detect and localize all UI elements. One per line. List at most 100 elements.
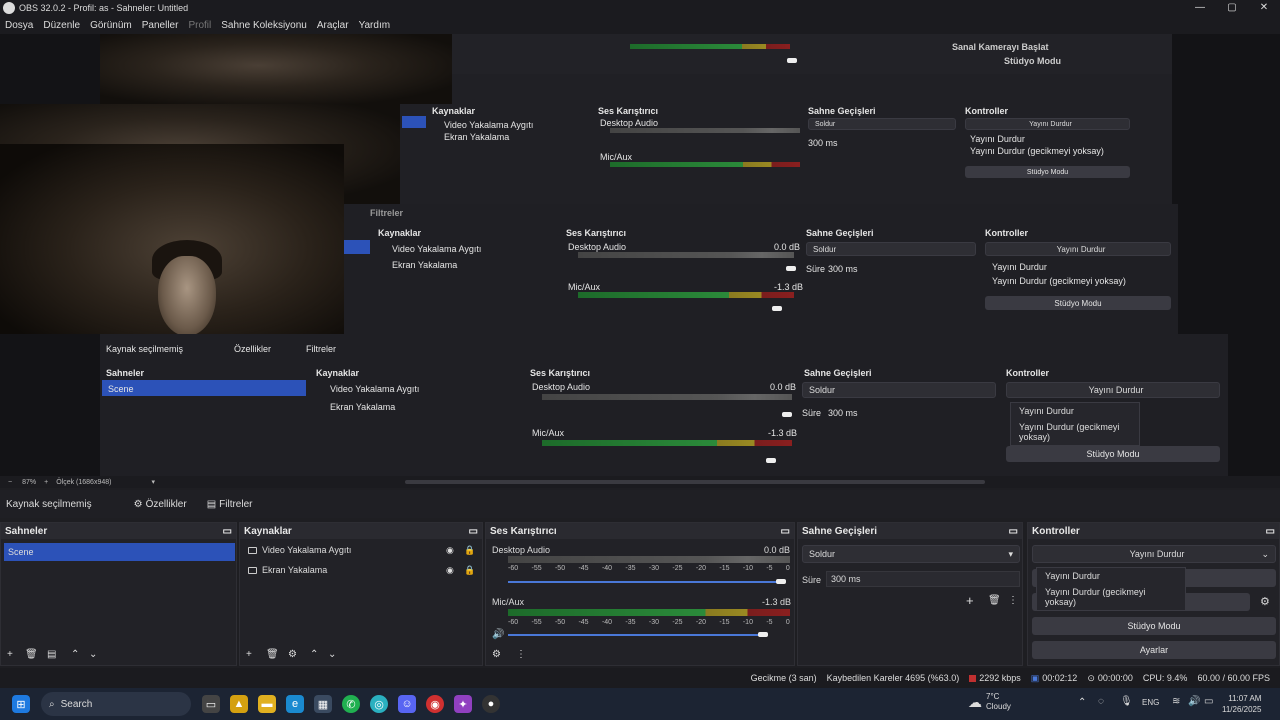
transition-select[interactable]: Soldur ▾ xyxy=(802,545,1020,563)
taskbar-search[interactable]: ⌕ Search xyxy=(41,692,191,716)
nested3-studyo-label: Stüdyo Modu xyxy=(1004,56,1061,66)
speaker-icon[interactable]: 🔊 xyxy=(492,629,504,640)
menu-paneller[interactable]: Paneller xyxy=(142,20,179,31)
nested0-ms: 300 ms xyxy=(828,408,858,418)
desktop-audio-knob[interactable] xyxy=(776,579,786,584)
whatsapp-icon[interactable]: ✆ xyxy=(342,695,360,713)
minimize-button[interactable]: — xyxy=(1184,0,1216,14)
source-item-video[interactable]: Video Yakalama Aygıtı xyxy=(248,545,351,555)
tray-chevron-icon[interactable]: ⌃ xyxy=(1078,697,1086,708)
zoom-out-button[interactable]: − xyxy=(8,479,12,486)
scene-item[interactable]: Scene xyxy=(4,543,235,561)
scene-filter-icon[interactable]: ▤ xyxy=(47,649,56,660)
volume-icon[interactable]: 🔊 xyxy=(1188,696,1200,707)
meter-tick-label: -35 xyxy=(625,565,636,572)
chevron-down-icon[interactable]: ⌄ xyxy=(328,649,336,660)
nested0-sahneler: Sahneler xyxy=(106,368,145,378)
language-indicator[interactable]: ENG xyxy=(1142,698,1159,707)
context-bar: Kaynak seçilmemiş ⚙ Özellikler ▤ Filtreler xyxy=(0,490,1280,518)
trash-icon[interactable]: 🗑 xyxy=(988,595,1001,606)
eye-icon[interactable]: ◉ xyxy=(446,545,454,556)
more-icon[interactable]: ⋮ xyxy=(516,649,526,660)
clock[interactable]: 11:07 AM 11/26/2025 xyxy=(1222,693,1261,715)
dock-menu-icon[interactable]: ▭ xyxy=(1266,526,1275,537)
studio-mode-button[interactable]: Stüdyo Modu xyxy=(1032,617,1276,635)
weather-widget[interactable]: ☁ 7°C Cloudy xyxy=(968,692,1011,712)
nested2-ses: Ses Karıştırıcı xyxy=(598,106,659,116)
close-button[interactable]: ✕ xyxy=(1248,0,1280,14)
menu-duzenle[interactable]: Düzenle xyxy=(43,20,80,31)
microphone-icon[interactable]: 🎙 xyxy=(1120,696,1133,707)
settings-button[interactable]: Ayarlar xyxy=(1032,641,1276,659)
app2-icon[interactable]: ◎ xyxy=(370,695,388,713)
preview-scrollbar[interactable] xyxy=(404,480,985,484)
desktop-audio-meter xyxy=(508,556,790,563)
dock-menu-icon[interactable]: ▭ xyxy=(223,526,232,537)
nested2-kontroller: Kontroller xyxy=(965,106,1009,116)
desktop-audio-slider[interactable] xyxy=(508,581,778,583)
discord-icon[interactable]: ☺ xyxy=(398,695,416,713)
battery-icon[interactable]: ▭ xyxy=(1204,696,1213,707)
gear-icon[interactable]: ⚙ xyxy=(288,649,297,660)
stop-stream-button[interactable]: Yayını Durdur ⌄ xyxy=(1032,545,1276,563)
menu-profil[interactable]: Profil xyxy=(188,20,211,31)
app-icon[interactable]: ▲ xyxy=(230,695,248,713)
menu-dosya[interactable]: Dosya xyxy=(5,20,33,31)
tray-app-icon[interactable]: ◌ xyxy=(1098,696,1104,707)
nested2-yayin: Yayını Durdur xyxy=(965,118,1130,130)
store-icon[interactable]: ▦ xyxy=(314,695,332,713)
stream-icon: ▣ xyxy=(1030,672,1040,683)
duration-input[interactable]: 300 ms xyxy=(826,571,1020,587)
menu-araclar[interactable]: Araçlar xyxy=(317,20,349,31)
file-explorer-icon[interactable]: ▬ xyxy=(258,695,276,713)
chevron-up-icon[interactable]: ⌃ xyxy=(71,649,79,660)
wifi-icon[interactable]: ≋ xyxy=(1172,696,1180,707)
eye-icon[interactable]: ◉ xyxy=(446,565,454,576)
lock-icon[interactable]: 🔒 xyxy=(464,545,475,556)
menu-yardim[interactable]: Yardım xyxy=(359,20,391,31)
chevron-down-icon[interactable]: ▾ xyxy=(151,478,155,486)
audio-mixer-dock: Ses Karıştırıcı ▭ Desktop Audio 0.0 dB -6… xyxy=(485,522,795,666)
filter-icon: ▤ xyxy=(206,498,217,510)
mic-slider[interactable] xyxy=(508,634,762,636)
scale-label: Ölçek (1686x948) xyxy=(56,478,112,486)
chrome-icon[interactable]: ◉ xyxy=(426,695,444,713)
obs-icon[interactable]: ● xyxy=(482,695,500,713)
menu-yayin-durdur-gecikme[interactable]: Yayını Durdur (gecikmeyi yoksay) xyxy=(1037,584,1185,610)
dock-menu-icon[interactable]: ▭ xyxy=(469,526,478,537)
maximize-button[interactable]: ▢ xyxy=(1216,0,1248,14)
source-item-screen[interactable]: Ekran Yakalama xyxy=(248,565,327,575)
menu-gorunum[interactable]: Görünüm xyxy=(90,20,132,31)
properties-button[interactable]: ⚙ Özellikler xyxy=(134,499,187,510)
gear-icon[interactable]: ⚙ xyxy=(1260,595,1270,608)
mixer-settings-icon[interactable]: ⚙ xyxy=(492,649,501,660)
bitrate: 2292 kbps xyxy=(979,673,1021,683)
add-scene-button[interactable]: + xyxy=(7,649,13,660)
filters-button[interactable]: ▤ Filtreler xyxy=(207,499,253,510)
add-source-button[interactable]: + xyxy=(246,649,252,660)
duration-label: Süre xyxy=(802,575,822,585)
windows-start-icon[interactable]: ⊞ xyxy=(12,695,30,713)
trash-icon[interactable]: 🗑 xyxy=(266,649,279,660)
trash-icon[interactable]: 🗑 xyxy=(25,649,38,660)
menu-yayin-durdur[interactable]: Yayını Durdur xyxy=(1037,568,1185,584)
nested1-ms: 300 ms xyxy=(828,264,858,274)
add-transition-button[interactable]: + xyxy=(966,593,974,608)
zoom-in-button[interactable]: + xyxy=(44,479,48,486)
preview-canvas[interactable]: Sanal Kamerayı Başlat Stüdyo Modu Filtre… xyxy=(0,34,1280,476)
more-icon[interactable]: ⋮ xyxy=(1008,595,1018,606)
edge-icon[interactable]: e xyxy=(286,695,304,713)
chevron-down-icon[interactable]: ⌄ xyxy=(89,649,97,660)
sources-dock: Kaynaklar ▭ Video Yakalama Aygıtı Ekran Y… xyxy=(239,522,483,666)
weather-text: Cloudy xyxy=(986,702,1011,711)
app3-icon[interactable]: ✦ xyxy=(454,695,472,713)
task-view-icon[interactable]: ▭ xyxy=(202,695,220,713)
menu-sahne-koleksiyonu[interactable]: Sahne Koleksiyonu xyxy=(221,20,307,31)
scale-bar: − 87% + Ölçek (1686x948) ▾ xyxy=(0,476,1280,488)
meter-tick-label: -5 xyxy=(766,565,773,572)
dock-menu-icon[interactable]: ▭ xyxy=(1009,526,1018,537)
chevron-up-icon[interactable]: ⌃ xyxy=(310,649,318,660)
lock-icon[interactable]: 🔒 xyxy=(464,565,475,576)
mic-knob[interactable] xyxy=(758,632,768,637)
dock-menu-icon[interactable]: ▭ xyxy=(781,526,790,537)
